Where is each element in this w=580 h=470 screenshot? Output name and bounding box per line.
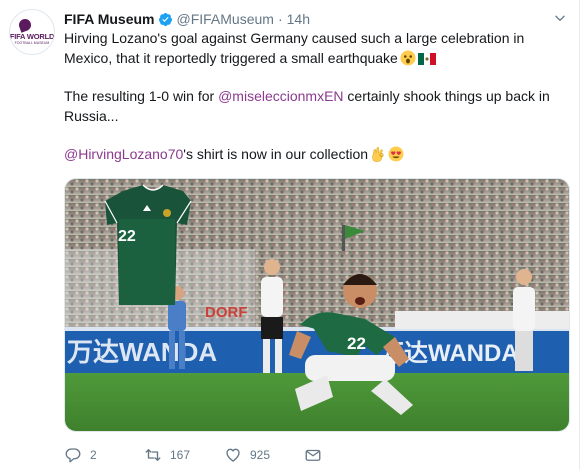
tweet-paragraph-2: The resulting 1-0 win for @miseleccionmx… <box>64 88 550 124</box>
shirt-number: 22 <box>118 228 136 245</box>
account-handle[interactable]: @FIFAMuseum <box>177 11 274 27</box>
mention-miseleccionmxen[interactable]: @miseleccionmxEN <box>218 88 343 104</box>
reply-count: 2 <box>90 448 97 462</box>
player-shirt-number: 22 <box>347 334 366 353</box>
avatar-logo-text: FIFA WORLD <box>9 32 55 41</box>
avatar-logo-subtext: FOOTBALL MUSEUM <box>14 41 50 45</box>
fifa-logo-icon <box>17 17 33 33</box>
tweet-paragraph-3: @HirvingLozano70's shirt is now in our c… <box>64 145 564 165</box>
heart-icon <box>226 448 240 462</box>
separator-dot: · <box>277 11 283 27</box>
tweet-card[interactable]: FIFA WORLD FOOTBALL MUSEUM FIFA Museum @… <box>0 0 580 470</box>
ad-board-text-1: 万达WANDA <box>67 337 217 367</box>
tweet-text: Hirving Lozano's goal against Germany ca… <box>64 29 564 165</box>
retweet-button[interactable]: 167 <box>144 446 224 464</box>
ok-hand-icon <box>372 147 384 162</box>
ad-board-text-left: DORF <box>205 304 248 321</box>
reply-button[interactable]: 2 <box>64 446 144 464</box>
tweet-paragraph-1: Hirving Lozano's goal against Germany ca… <box>64 30 525 66</box>
mention-hirvinglozano70[interactable]: @HirvingLozano70 <box>64 146 183 162</box>
chevron-down-icon[interactable] <box>553 11 567 25</box>
retweet-icon <box>145 449 161 461</box>
astonished-face-icon <box>400 50 416 65</box>
mexico-flag-icon <box>417 52 436 65</box>
direct-message-button[interactable] <box>304 446 384 464</box>
like-button[interactable]: 925 <box>224 446 304 464</box>
tweet-header: FIFA Museum @FIFAMuseum · 14h <box>64 9 567 29</box>
tweet-timestamp[interactable]: 14h <box>287 11 310 27</box>
verified-badge-icon <box>158 12 172 26</box>
reply-icon <box>65 448 81 463</box>
tweet-photo[interactable]: DORF 万达WANDA 万达WANDA 22 22 <box>64 178 570 432</box>
tweet-actions: 2 167 925 <box>64 446 384 464</box>
avatar[interactable]: FIFA WORLD FOOTBALL MUSEUM <box>9 9 55 55</box>
heart-eyes-icon <box>388 146 404 162</box>
envelope-icon <box>305 449 321 461</box>
account-name[interactable]: FIFA Museum <box>64 11 155 27</box>
like-count: 925 <box>250 448 271 462</box>
retweet-count: 167 <box>170 448 191 462</box>
